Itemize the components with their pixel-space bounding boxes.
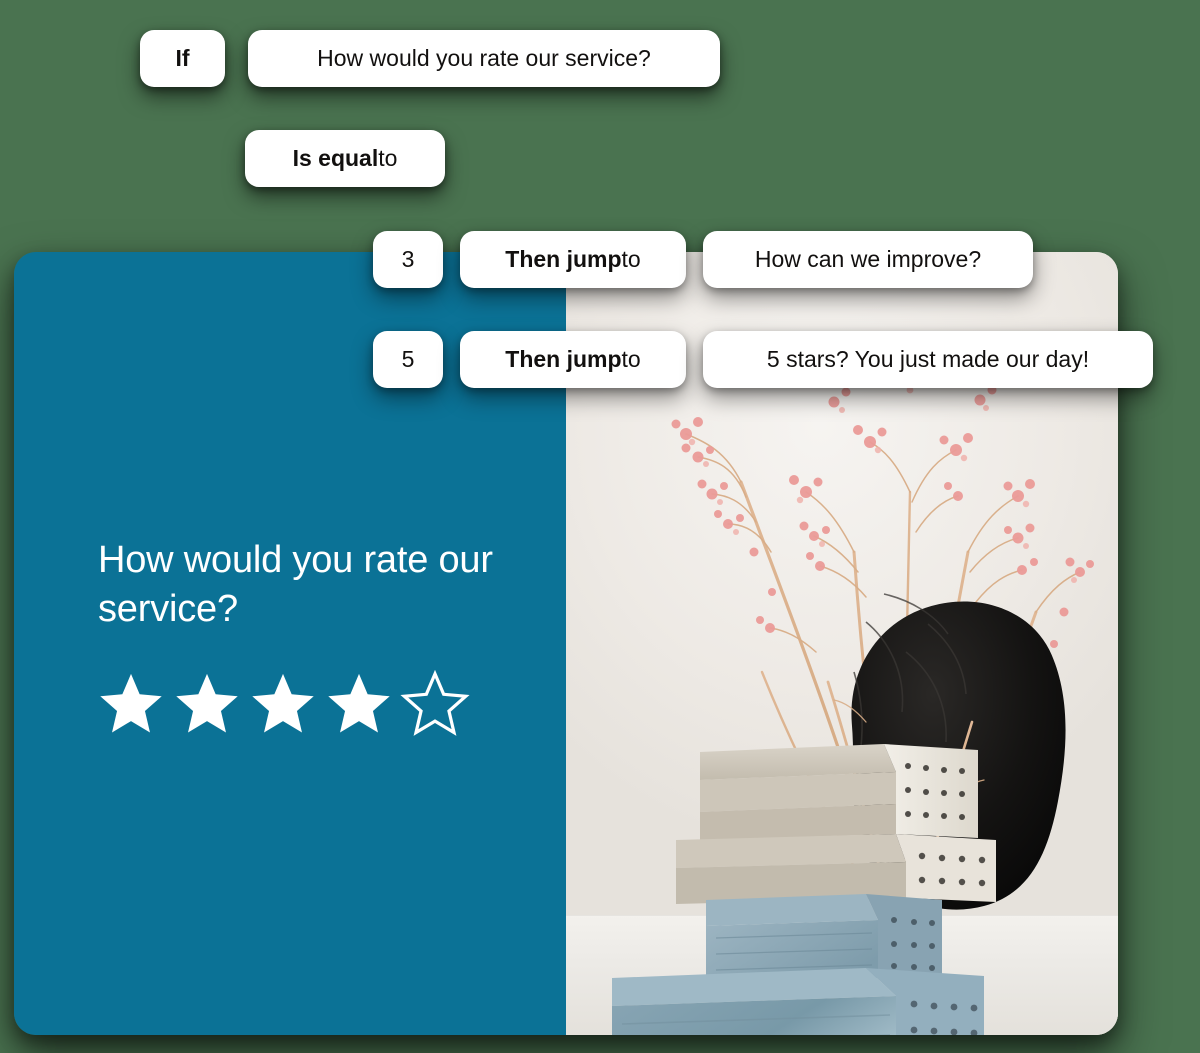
star-icon-empty-5[interactable] (400, 669, 470, 742)
star-icon-filled-3[interactable] (248, 670, 318, 742)
logic-condition-chip[interactable]: Is equal to (245, 130, 445, 187)
logic-condition-bold: Is equal (292, 145, 379, 171)
logic-operator-if-chip[interactable]: If (140, 30, 225, 87)
logic-target-chip-5[interactable]: 5 stars? You just made our day! (703, 331, 1153, 388)
logic-action-rest-3: to (621, 246, 641, 272)
logic-action-bold-5: Then jump (505, 346, 622, 372)
logic-action-rest-5: to (621, 346, 641, 372)
star-icon-filled-4[interactable] (324, 670, 394, 742)
logic-row-if: If How would you rate our service? (140, 30, 720, 87)
logic-row-jump-3: 3 Then jump to How can we improve? (373, 231, 1033, 288)
star-rating-input[interactable] (96, 669, 470, 742)
clay-stack (612, 744, 996, 1035)
star-icon-filled-1[interactable] (96, 670, 166, 742)
logic-condition-rest: to (378, 145, 398, 171)
logic-row-jump-5: 5 Then jump to 5 stars? You just made ou… (373, 331, 1153, 388)
logic-action-chip-5[interactable]: Then jump to (460, 331, 686, 388)
logic-action-bold-3: Then jump (505, 246, 622, 272)
logic-value-chip-5[interactable]: 5 (373, 331, 443, 388)
survey-question-text: How would you rate our service? (98, 539, 493, 630)
logic-field-question-chip[interactable]: How would you rate our service? (248, 30, 720, 87)
logic-value-chip-3[interactable]: 3 (373, 231, 443, 288)
logic-action-chip-3[interactable]: Then jump to (460, 231, 686, 288)
logic-target-chip-3[interactable]: How can we improve? (703, 231, 1033, 288)
star-icon-filled-2[interactable] (172, 670, 242, 742)
logic-row-condition: Is equal to (245, 130, 445, 187)
